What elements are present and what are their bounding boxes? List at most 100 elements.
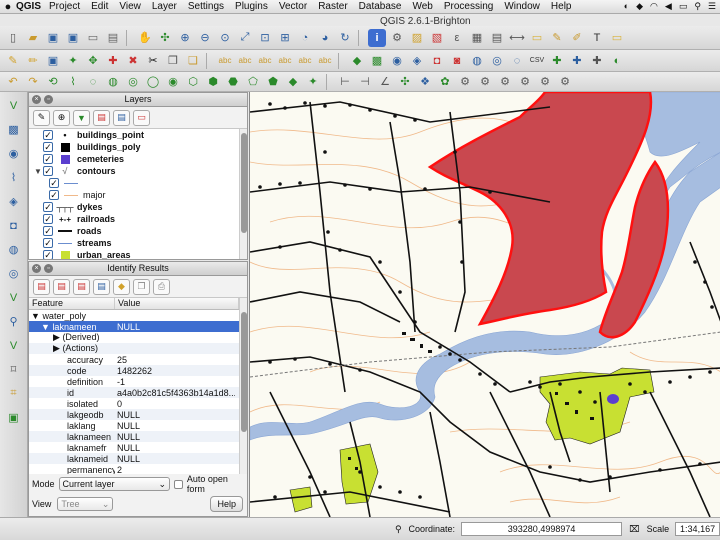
simplify-icon[interactable]: ⌇ [64, 73, 82, 91]
add-csv-icon[interactable]: CSV [528, 52, 546, 70]
commander-icon[interactable]: ⚙ [556, 73, 574, 91]
expand-new-results-icon[interactable]: ▤ [73, 278, 90, 295]
volume-icon[interactable]: ◀ [665, 1, 672, 12]
layer-visibility-checkbox[interactable]: ✓ [43, 238, 53, 248]
menu-processing[interactable]: Processing [444, 1, 493, 12]
save-as-icon[interactable]: ▣ [64, 29, 82, 47]
current-edits-icon[interactable]: ✎ [4, 52, 22, 70]
category-visibility-checkbox[interactable]: ✓ [49, 190, 59, 200]
add-part-icon[interactable]: ◍ [104, 73, 122, 91]
gps-icon[interactable]: ◐ [608, 52, 626, 70]
results-scrollbar[interactable] [239, 298, 247, 474]
reshape-icon[interactable]: ⬡ [184, 73, 202, 91]
select-features-icon[interactable]: ▨ [408, 29, 426, 47]
pan-icon[interactable]: ✋ [136, 29, 154, 47]
zoom-last-icon[interactable]: ◔ [296, 29, 314, 47]
text-annotation-icon[interactable]: T [588, 29, 606, 47]
label-change-icon[interactable]: abc [316, 52, 334, 70]
new-bookmark-icon[interactable]: ✎ [548, 29, 566, 47]
help-button[interactable]: Help [210, 496, 243, 512]
table-row[interactable]: isolated 0 [29, 398, 247, 409]
menu-settings[interactable]: Settings [188, 1, 224, 12]
zoom-full-icon[interactable]: ⤢ [236, 29, 254, 47]
filter-legend-icon[interactable]: ▼ [73, 109, 90, 126]
print-icon[interactable]: ⎙ [153, 278, 170, 295]
zoom-layer-icon[interactable]: ⊞ [276, 29, 294, 47]
add-delimited-layer-icon[interactable]: ⚲ [4, 312, 24, 331]
menu-web[interactable]: Web [412, 1, 432, 12]
view-select[interactable]: Tree ⌄ [57, 497, 114, 511]
apple-icon[interactable]: ● [0, 1, 16, 13]
menu-edit[interactable]: Edit [91, 1, 108, 12]
menu-plugins[interactable]: Plugins [235, 1, 268, 12]
collapse-all-icon[interactable]: ▤ [113, 109, 130, 126]
table-row[interactable]: laklang NULL [29, 420, 247, 431]
table-row-water-poly[interactable]: ▼ water_poly [29, 310, 247, 321]
add-wcs-layer-icon[interactable]: ◎ [4, 264, 24, 283]
zoom-out-icon[interactable]: ⊖ [196, 29, 214, 47]
history-icon[interactable]: ⚙ [496, 73, 514, 91]
layer-item-urban-areas[interactable]: ✓ urban_areas [29, 249, 247, 259]
layer-visibility-checkbox[interactable]: ✓ [43, 202, 53, 212]
plugin-icon[interactable]: ✣ [396, 73, 414, 91]
expand-tree-icon[interactable]: ▤ [33, 278, 50, 295]
table-row-derived[interactable]: ▶ (Derived) [29, 332, 247, 343]
column-header-value[interactable]: Value [115, 298, 239, 309]
merge-features-icon[interactable]: ⬟ [264, 73, 282, 91]
split-features-icon[interactable]: ⬣ [224, 73, 242, 91]
split-parts-icon[interactable]: ⬠ [244, 73, 262, 91]
add-raster-icon[interactable]: ▩ [368, 52, 386, 70]
layer-item-streams[interactable]: ✓ streams [29, 237, 247, 249]
add-oracle-layer-icon[interactable]: ◘ [4, 216, 24, 235]
add-mssql-icon[interactable]: ◘ [428, 52, 446, 70]
table-row[interactable]: code 1482262 [29, 365, 247, 376]
mode-select[interactable]: Current layer ⌄ [58, 477, 171, 491]
table-row-actions[interactable]: ▶ (Actions) [29, 343, 247, 354]
select-expression-icon[interactable]: ε [448, 29, 466, 47]
float-panel-icon[interactable]: ▫ [44, 264, 53, 273]
menu-layer[interactable]: Layer [152, 1, 177, 12]
add-postgis-icon[interactable]: ◉ [388, 52, 406, 70]
fill-ring-icon[interactable]: ◎ [124, 73, 142, 91]
composer-manager-icon[interactable]: ▤ [104, 29, 122, 47]
add-raster-layer-icon[interactable]: ▩ [4, 120, 24, 139]
node-tool-icon[interactable]: ✚ [104, 52, 122, 70]
add-oracle-icon[interactable]: ◙ [448, 52, 466, 70]
measure-angle-icon[interactable]: ∠ [376, 73, 394, 91]
attribute-table-icon[interactable]: ▦ [468, 29, 486, 47]
row-expander[interactable]: ▼ [41, 322, 50, 332]
layer-visibility-checkbox[interactable]: ✓ [43, 250, 53, 259]
redo-icon[interactable]: ↷ [24, 73, 42, 91]
table-row[interactable]: laknameid NULL [29, 453, 247, 464]
layer-item-roads[interactable]: ✓ roads [29, 225, 247, 237]
results-viewer-icon[interactable]: ⚙ [536, 73, 554, 91]
annotation-icon[interactable]: ▭ [608, 29, 626, 47]
menu-vector[interactable]: Vector [279, 1, 307, 12]
layer-visibility-checkbox[interactable]: ✓ [43, 142, 53, 152]
add-postgis-layer-icon[interactable]: ◉ [4, 144, 24, 163]
add-wfs-layer-icon[interactable]: V [4, 288, 24, 307]
layer-visibility-checkbox[interactable]: ✓ [43, 154, 53, 164]
delete-part-icon[interactable]: ◉ [164, 73, 182, 91]
processing-icon[interactable]: ⚙ [456, 73, 474, 91]
measure-line-icon[interactable]: ⊢ [336, 73, 354, 91]
rotate-feature-icon[interactable]: ⟲ [44, 73, 62, 91]
layer-item-cemeteries[interactable]: ✓ cemeteries [29, 153, 247, 165]
toggle-extents-icon[interactable]: ⚲ [392, 524, 405, 535]
deselect-icon[interactable]: ▧ [428, 29, 446, 47]
open-layer-styling-icon[interactable]: ✎ [33, 109, 50, 126]
wifi-icon[interactable]: ◠ [650, 1, 658, 12]
new-temp-layer-icon[interactable]: ⌑ [4, 360, 24, 379]
column-header-feature[interactable]: Feature [29, 298, 115, 309]
clear-results-icon[interactable]: ▤ [93, 278, 110, 295]
menu-view[interactable]: View [119, 1, 141, 12]
auto-open-form-checkbox[interactable] [174, 479, 183, 489]
app-menu[interactable]: QGIS [16, 1, 41, 12]
zoom-next-icon[interactable]: ◕ [316, 29, 334, 47]
zoom-in-icon[interactable]: ⊕ [176, 29, 194, 47]
toggle-editing-icon[interactable]: ✏ [24, 52, 42, 70]
collapse-arrow-icon[interactable]: ▼ [33, 167, 43, 176]
label-icon[interactable]: abc [216, 52, 234, 70]
menu-help[interactable]: Help [551, 1, 572, 12]
measure-icon[interactable]: ⟷ [508, 29, 526, 47]
